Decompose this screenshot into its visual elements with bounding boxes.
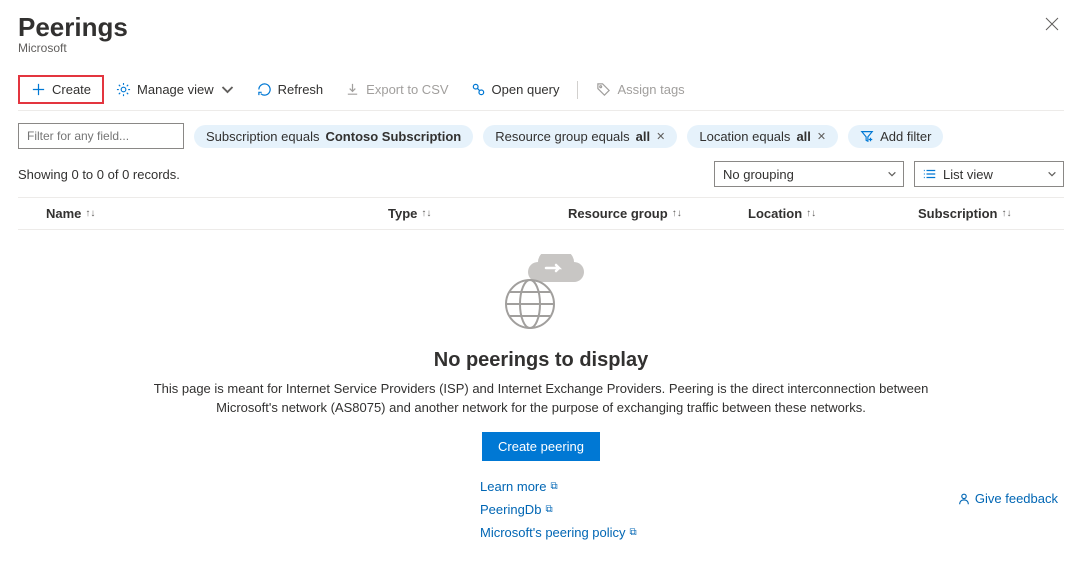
view-select[interactable]: List view	[914, 161, 1064, 187]
refresh-label: Refresh	[278, 82, 324, 97]
learn-more-link[interactable]: Learn more⧉	[480, 479, 558, 494]
assign-tags-label: Assign tags	[617, 82, 684, 97]
chevron-down-icon	[1047, 169, 1057, 179]
table-header: Name↑↓ Type↑↓ Resource group↑↓ Location↑…	[18, 197, 1064, 230]
filter-pill-subscription[interactable]: Subscription equals Contoso Subscription	[194, 125, 473, 148]
external-link-icon: ⧉	[545, 504, 552, 515]
column-type[interactable]: Type↑↓	[378, 206, 558, 221]
sort-icon: ↑↓	[1001, 208, 1011, 219]
sort-icon: ↑↓	[421, 208, 431, 219]
sort-icon: ↑↓	[85, 208, 95, 219]
sort-icon: ↑↓	[806, 208, 816, 219]
feedback-icon	[957, 492, 971, 506]
page-title: Peerings	[18, 12, 128, 43]
open-query-label: Open query	[492, 82, 560, 97]
manage-view-label: Manage view	[137, 82, 214, 97]
peeringdb-link[interactable]: PeeringDb⧉	[480, 502, 553, 517]
open-query-button[interactable]: Open query	[461, 76, 570, 103]
column-name[interactable]: Name↑↓	[18, 206, 378, 221]
column-location[interactable]: Location↑↓	[738, 206, 908, 221]
filter-input[interactable]	[18, 123, 184, 149]
grouping-select[interactable]: No grouping	[714, 161, 904, 187]
sort-icon: ↑↓	[672, 208, 682, 219]
assign-tags-button[interactable]: Assign tags	[586, 76, 694, 103]
give-feedback-link[interactable]: Give feedback	[957, 491, 1058, 506]
close-icon[interactable]: ✕	[817, 130, 826, 143]
column-subscription[interactable]: Subscription↑↓	[908, 206, 1064, 221]
close-icon[interactable]: ✕	[656, 130, 665, 143]
create-label: Create	[52, 82, 91, 97]
page-subtitle: Microsoft	[18, 41, 168, 55]
more-icon[interactable]	[160, 24, 168, 32]
toolbar-separator	[577, 81, 578, 99]
peering-policy-link[interactable]: Microsoft's peering policy⧉	[480, 525, 637, 540]
manage-view-button[interactable]: Manage view	[106, 76, 245, 103]
close-icon[interactable]	[1040, 12, 1064, 36]
globe-cloud-icon	[496, 254, 586, 334]
add-filter-button[interactable]: Add filter	[848, 125, 943, 148]
chevron-down-icon	[887, 169, 897, 179]
external-link-icon: ⧉	[550, 481, 557, 492]
empty-state: No peerings to display This page is mean…	[18, 230, 1064, 540]
external-link-icon: ⧉	[630, 527, 637, 538]
records-count: Showing 0 to 0 of 0 records.	[18, 167, 180, 182]
pin-icon[interactable]	[140, 24, 148, 32]
refresh-button[interactable]: Refresh	[247, 76, 334, 103]
empty-description: This page is meant for Internet Service …	[131, 380, 951, 418]
empty-title: No peerings to display	[18, 349, 1064, 372]
export-csv-label: Export to CSV	[366, 82, 448, 97]
list-icon	[923, 167, 937, 181]
create-button[interactable]: Create	[18, 75, 104, 104]
filter-pill-location[interactable]: Location equals all ✕	[687, 125, 838, 148]
toolbar: Create Manage view Refresh Export to CSV…	[18, 69, 1064, 111]
create-peering-button[interactable]: Create peering	[482, 432, 600, 461]
export-csv-button[interactable]: Export to CSV	[335, 76, 458, 103]
chevron-down-icon	[220, 82, 235, 97]
filter-pill-resource-group[interactable]: Resource group equals all ✕	[483, 125, 677, 148]
column-resource-group[interactable]: Resource group↑↓	[558, 206, 738, 221]
